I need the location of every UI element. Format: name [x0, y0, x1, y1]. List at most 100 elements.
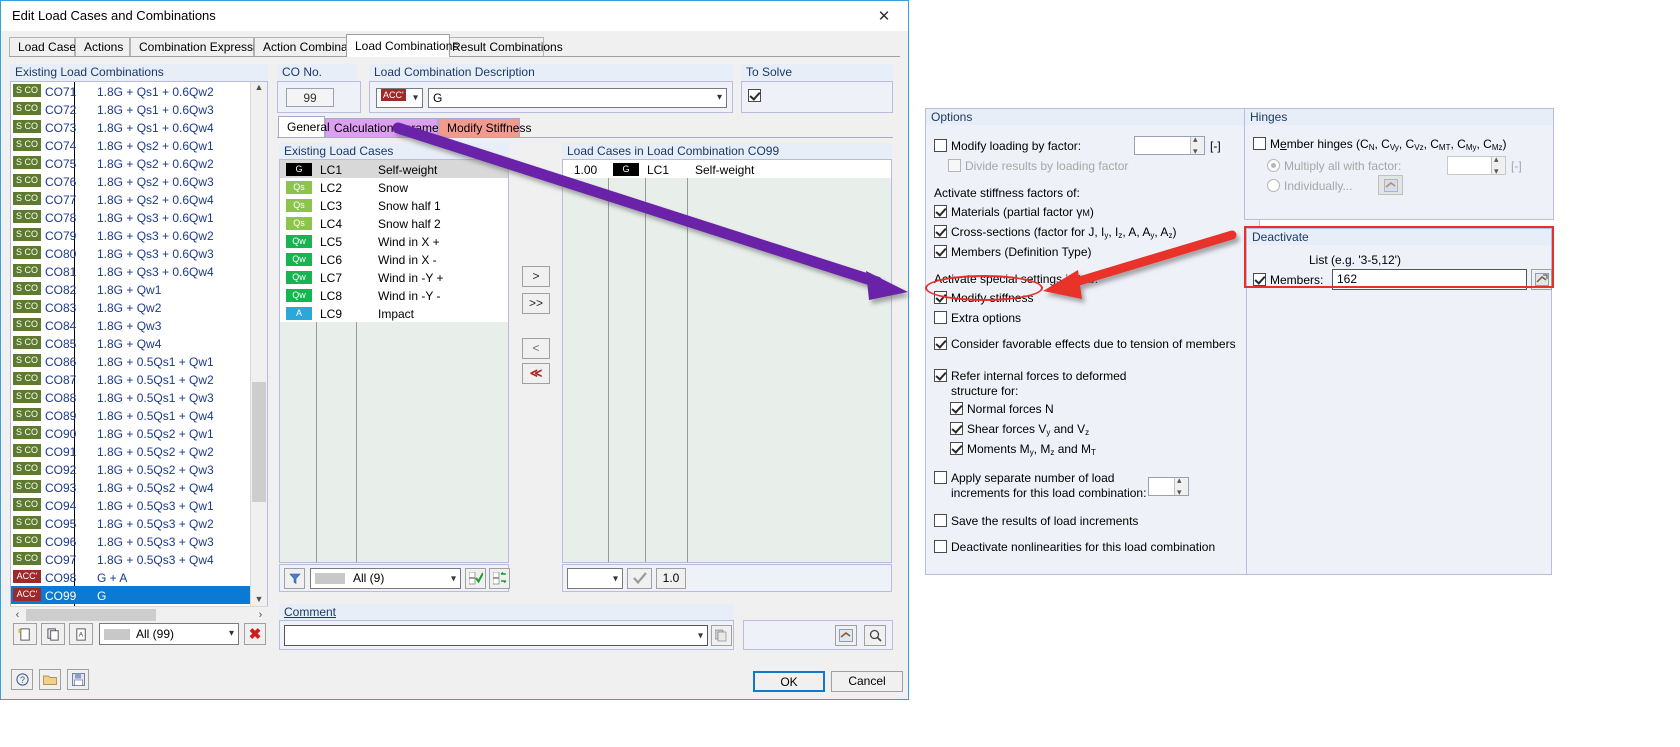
- multiply-all-radio[interactable]: [1267, 159, 1280, 172]
- table-row[interactable]: S CO CO81 1.8G + Qs3 + 0.6Qw4: [11, 262, 251, 280]
- divide-results-option[interactable]: Divide results by loading factor: [948, 159, 1128, 173]
- left-list-hscrollbar[interactable]: ‹ ›: [10, 606, 268, 623]
- save-icon[interactable]: [67, 669, 89, 690]
- move-left-button[interactable]: <: [522, 338, 550, 359]
- description-type-combo[interactable]: ACC' ▾: [376, 88, 423, 108]
- left-list-vscrollbar[interactable]: ▲ ▼: [250, 82, 267, 609]
- list-item[interactable]: Qw LC7 Wind in -Y +: [280, 268, 508, 286]
- list-item[interactable]: 1.00 G LC1 Self-weight: [563, 160, 891, 178]
- table-row[interactable]: S CO CO95 1.8G + 0.5Qs3 + Qw2: [11, 514, 251, 532]
- member-hinges-option[interactable]: Member hinges (CN, CVy, CVz, CMT, CMy, C…: [1253, 137, 1507, 152]
- existing-load-cases-filter-combo[interactable]: All (9) ▾: [310, 568, 461, 589]
- apply-increments-input[interactable]: [1148, 475, 1189, 498]
- materials-option[interactable]: Materials (partial factor γM): [934, 205, 1094, 219]
- copy-combination-icon[interactable]: [41, 623, 65, 645]
- table-row[interactable]: S CO CO85 1.8G + Qw4: [11, 334, 251, 352]
- table-row[interactable]: ACC' CO99 G: [11, 586, 251, 604]
- tab-combination-expressions[interactable]: Combination Expressions: [130, 37, 275, 56]
- left-list-hscroll-thumb[interactable]: [26, 609, 156, 621]
- to-solve-checkbox[interactable]: [748, 89, 761, 102]
- multiply-all-option[interactable]: Multiply all with factor:: [1267, 159, 1401, 173]
- modify-loading-option[interactable]: Modify loading by factor:: [934, 139, 1081, 153]
- shear-forces-option[interactable]: Shear forces Vy and Vz: [950, 422, 1089, 437]
- inner-tab-general[interactable]: General: [278, 116, 330, 137]
- individually-radio[interactable]: [1267, 179, 1280, 192]
- set-default-icon[interactable]: [835, 625, 857, 646]
- list-item[interactable]: Qw LC5 Wind in X +: [280, 232, 508, 250]
- new-combination-icon[interactable]: [13, 623, 37, 645]
- members-checkbox[interactable]: [934, 245, 947, 258]
- table-row[interactable]: S CO CO92 1.8G + 0.5Qs2 + Qw3: [11, 460, 251, 478]
- table-row[interactable]: S CO CO84 1.8G + Qw3: [11, 316, 251, 334]
- modify-loading-spinner[interactable]: [1190, 134, 1204, 157]
- table-row[interactable]: S CO CO80 1.8G + Qs3 + 0.6Qw3: [11, 244, 251, 262]
- table-row[interactable]: S CO CO77 1.8G + Qs2 + 0.6Qw4: [11, 190, 251, 208]
- materials-checkbox[interactable]: [934, 205, 947, 218]
- close-icon[interactable]: ✕: [862, 1, 906, 30]
- list-item[interactable]: Qs LC3 Snow half 1: [280, 196, 508, 214]
- table-row[interactable]: S CO CO91 1.8G + 0.5Qs2 + Qw2: [11, 442, 251, 460]
- invert-selection-icon[interactable]: [489, 568, 510, 589]
- save-increments-checkbox[interactable]: [934, 514, 947, 527]
- tab-load-cases[interactable]: Load Cases: [9, 37, 82, 56]
- move-all-right-button[interactable]: >>: [522, 293, 550, 314]
- divide-results-checkbox[interactable]: [948, 159, 961, 172]
- list-item[interactable]: Qs LC4 Snow half 2: [280, 214, 508, 232]
- normal-forces-option[interactable]: Normal forces N: [950, 402, 1054, 416]
- table-row[interactable]: S CO CO75 1.8G + Qs2 + 0.6Qw2: [11, 154, 251, 172]
- list-item[interactable]: G LC1 Self-weight: [280, 160, 508, 178]
- cancel-button[interactable]: Cancel: [831, 671, 903, 692]
- tab-action-combinations[interactable]: Action Combinations: [254, 37, 373, 56]
- cross-sections-option[interactable]: Cross-sections (factor for J, Iy, Iz, A,…: [934, 225, 1176, 240]
- tab-actions[interactable]: Actions: [75, 37, 130, 56]
- refer-internal-forces-checkbox[interactable]: [934, 369, 947, 382]
- combination-cases-combo[interactable]: ▾: [567, 568, 623, 589]
- pick-comment-icon[interactable]: [711, 625, 732, 646]
- inner-tab-calculation-parameters[interactable]: Calculation Parameters: [325, 118, 459, 137]
- combination-cases-grid[interactable]: 1.00 G LC1 Self-weight: [562, 159, 892, 563]
- table-row[interactable]: S CO CO83 1.8G + Qw2: [11, 298, 251, 316]
- table-row[interactable]: S CO CO76 1.8G + Qs2 + 0.6Qw3: [11, 172, 251, 190]
- table-row[interactable]: S CO CO97 1.8G + 0.5Qs3 + Qw4: [11, 550, 251, 568]
- member-hinges-checkbox[interactable]: [1253, 137, 1266, 150]
- table-row[interactable]: S CO CO72 1.8G + Qs1 + 0.6Qw3: [11, 100, 251, 118]
- table-row[interactable]: S CO CO90 1.8G + 0.5Qs2 + Qw1: [11, 424, 251, 442]
- table-row[interactable]: S CO CO79 1.8G + Qs3 + 0.6Qw2: [11, 226, 251, 244]
- favorable-effects-checkbox[interactable]: [934, 337, 947, 350]
- individually-option[interactable]: Individually...: [1267, 179, 1352, 193]
- moments-checkbox[interactable]: [950, 442, 963, 455]
- table-row[interactable]: S CO CO71 1.8G + Qs1 + 0.6Qw2: [11, 82, 251, 100]
- comment-input[interactable]: ▾: [284, 625, 708, 646]
- left-list-scroll-thumb[interactable]: [252, 382, 266, 502]
- scroll-left-icon[interactable]: ‹: [10, 607, 25, 623]
- rename-combination-icon[interactable]: A: [69, 623, 93, 645]
- save-increments-option[interactable]: Save the results of load increments: [934, 514, 1138, 528]
- apply-increments-checkbox[interactable]: [934, 471, 947, 484]
- modify-loading-checkbox[interactable]: [934, 139, 947, 152]
- move-all-left-button[interactable]: ≪: [522, 363, 550, 384]
- cross-sections-checkbox[interactable]: [934, 225, 947, 238]
- tab-load-combinations[interactable]: Load Combinations: [346, 34, 458, 57]
- table-row[interactable]: S CO CO87 1.8G + 0.5Qs1 + Qw2: [11, 370, 251, 388]
- members-option[interactable]: Members (Definition Type): [934, 245, 1092, 259]
- table-row[interactable]: S CO CO93 1.8G + 0.5Qs2 + Qw4: [11, 478, 251, 496]
- inner-tab-modify-stiffness[interactable]: Modify Stiffness: [438, 118, 531, 137]
- modify-loading-input[interactable]: [1134, 134, 1205, 157]
- multiply-factor-input[interactable]: [1447, 154, 1506, 177]
- left-filter-combo[interactable]: All (99) ▾: [99, 623, 239, 645]
- open-icon[interactable]: [39, 669, 61, 690]
- table-row[interactable]: S CO CO94 1.8G + 0.5Qs3 + Qw1: [11, 496, 251, 514]
- extra-options-option[interactable]: Extra options: [934, 311, 1021, 325]
- list-item[interactable]: A LC9 Impact: [280, 304, 508, 322]
- combination-factor-value[interactable]: 1.0: [656, 568, 686, 589]
- select-all-icon[interactable]: [465, 568, 486, 589]
- multiply-factor-spinner[interactable]: [1491, 154, 1505, 177]
- edit-table-icon[interactable]: [1378, 175, 1403, 195]
- normal-forces-checkbox[interactable]: [950, 402, 963, 415]
- table-row[interactable]: S CO CO88 1.8G + 0.5Qs1 + Qw3: [11, 388, 251, 406]
- help-icon[interactable]: ?: [11, 669, 33, 690]
- apply-increments-option[interactable]: Apply separate number of load: [934, 471, 1114, 485]
- table-row[interactable]: S CO CO73 1.8G + Qs1 + 0.6Qw4: [11, 118, 251, 136]
- moments-option[interactable]: Moments My, Mz and MT: [950, 442, 1096, 457]
- scroll-up-icon[interactable]: ▲: [251, 82, 267, 97]
